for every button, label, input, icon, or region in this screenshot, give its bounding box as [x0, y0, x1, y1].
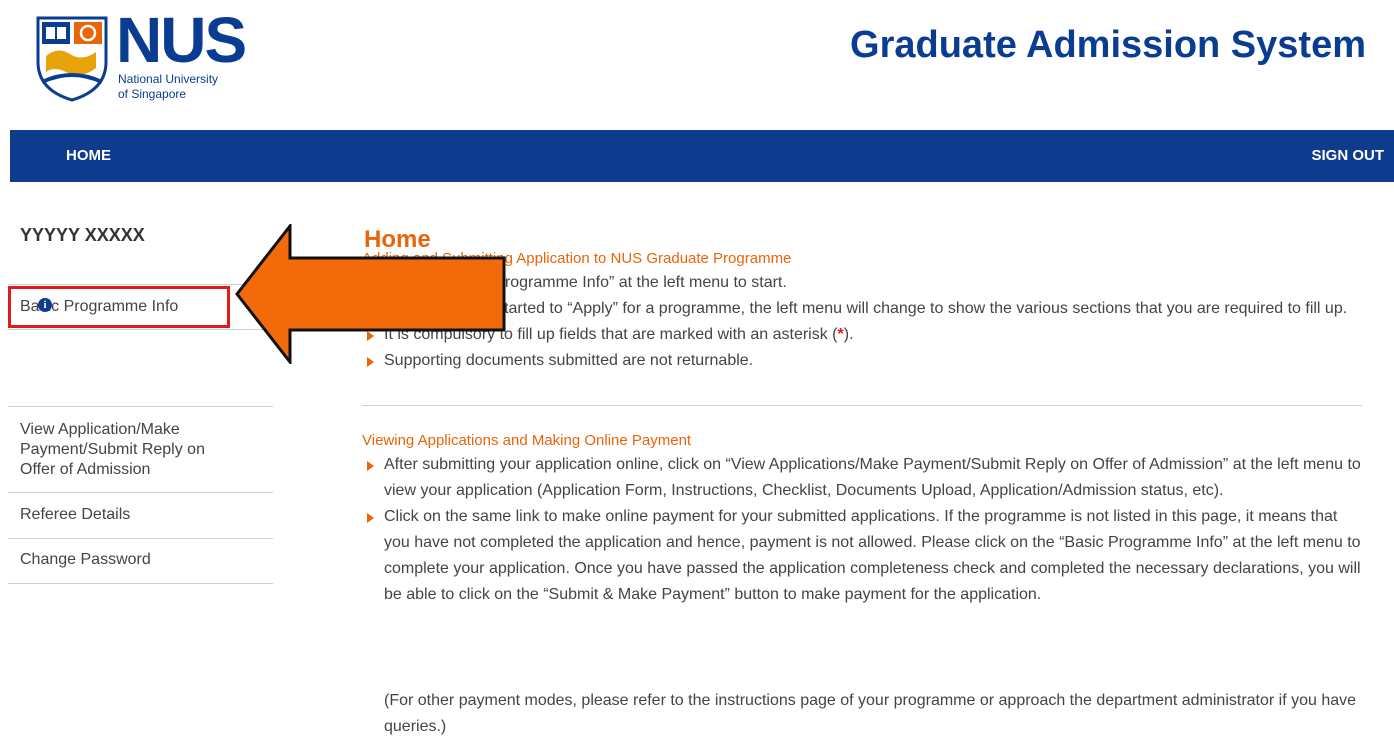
nav-home-link[interactable]: HOME — [66, 147, 111, 164]
sidebar-item-label: Change Password — [20, 551, 151, 568]
sidebar-item-label: Offer of Admission — [20, 461, 151, 478]
list-item: Once you have started to “Apply” for a p… — [362, 296, 1362, 322]
page-header: NUS National University of Singapore Gra… — [0, 0, 1394, 130]
logo-wordmark: NUS — [116, 4, 247, 76]
top-navbar: HOME SIGN OUT — [10, 130, 1394, 182]
list-item: Click on “Basic Programme Info” at the l… — [362, 270, 1362, 296]
list-item: It is compulsory to fill up fields that … — [362, 322, 1362, 348]
list-item-text-suffix: ). — [843, 326, 854, 343]
sidebar-item-referee-details[interactable]: Referee Details — [8, 492, 273, 539]
nus-logo[interactable]: NUS National University of Singapore — [36, 8, 256, 102]
nav-sign-out-link[interactable]: SIGN OUT — [1311, 147, 1384, 164]
list-item: After submitting your application online… — [362, 452, 1362, 504]
section-heading-viewing: Viewing Applications and Making Online P… — [362, 432, 692, 449]
list-item-text: Click on the same link to make online pa… — [384, 508, 1361, 603]
site-title: Graduate Admission System — [850, 24, 1366, 66]
list-item-text: Once you have started to “Apply” for a p… — [384, 300, 1348, 317]
sidebar-item-change-password[interactable]: Change Password — [8, 538, 273, 584]
triangle-bullet-icon — [367, 461, 374, 471]
adding-bullet-list: Click on “Basic Programme Info” at the l… — [362, 270, 1362, 374]
highlight-box — [8, 286, 230, 328]
list-item: Supporting documents submitted are not r… — [362, 348, 1362, 374]
list-item-text: After submitting your application online… — [384, 456, 1361, 499]
list-item: Click on the same link to make online pa… — [362, 504, 1362, 608]
sidebar-item-label: Payment/Submit Reply on — [20, 441, 205, 458]
sidebar-item-label: View Application/Make — [20, 421, 180, 438]
sidebar-item-view-application[interactable]: View Application/Make Payment/Submit Rep… — [8, 406, 273, 493]
title-divider — [362, 405, 1362, 406]
nus-crest-icon — [36, 16, 108, 102]
payment-note: (For other payment modes, please refer t… — [384, 692, 1357, 735]
user-name: YYYYY XXXXX — [20, 225, 145, 245]
triangle-bullet-icon — [367, 513, 374, 523]
sidebar-item-label: Referee Details — [20, 506, 131, 523]
viewing-bullet-list: After submitting your application online… — [362, 452, 1362, 608]
left-arrow-annotation — [235, 224, 506, 364]
logo-subtitle-line1: National University — [118, 72, 219, 86]
logo-subtitle-line2: of Singapore — [118, 87, 187, 101]
